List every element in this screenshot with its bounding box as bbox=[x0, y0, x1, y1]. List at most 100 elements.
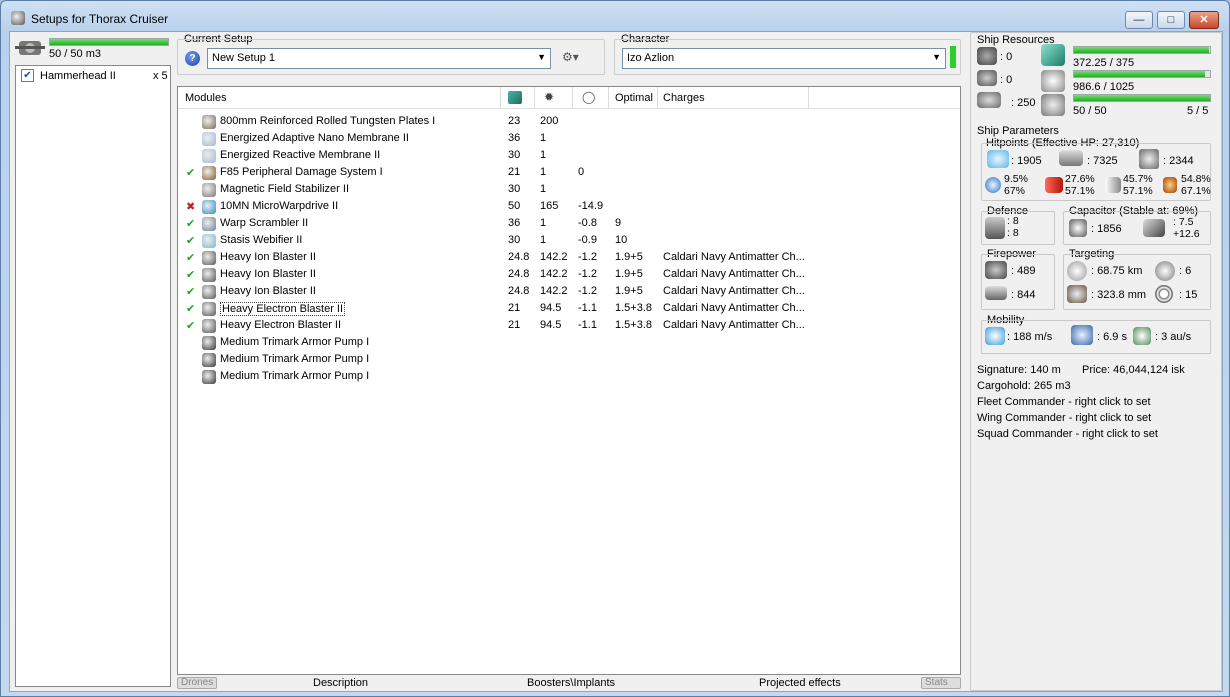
defence-icon bbox=[985, 217, 1005, 239]
col-modules[interactable]: Modules bbox=[185, 92, 227, 104]
module-icon bbox=[202, 149, 216, 163]
module-row[interactable]: 800mm Reinforced Rolled Tungsten Plates … bbox=[178, 113, 960, 130]
module-icon bbox=[202, 353, 216, 367]
module-name: Medium Trimark Armor Pump I bbox=[220, 370, 370, 382]
module-row[interactable]: ✔ Heavy Ion Blaster II 24.8 142.2 -1.2 1.9+5 C… bbox=[178, 249, 960, 266]
module-optimal: 1.5+3.8 bbox=[615, 302, 653, 314]
explosive-resist-a: 54.8% bbox=[1181, 173, 1211, 185]
tab-projected[interactable]: Projected effects bbox=[759, 677, 841, 689]
module-name: Heavy Electron Blaster II bbox=[220, 319, 342, 331]
kinetic-resist-a: 45.7% bbox=[1123, 173, 1153, 185]
drone-bay-icon bbox=[15, 41, 45, 55]
list-item[interactable]: ✔ Hammerhead II x 5 bbox=[21, 69, 169, 85]
module-row[interactable]: ✔ Heavy Electron Blaster II 21 94.5 -1.1 1.5+… bbox=[178, 300, 960, 317]
module-row[interactable]: ✔ Heavy Ion Blaster II 24.8 142.2 -1.2 1.9+5 C… bbox=[178, 266, 960, 283]
module-row[interactable]: ✔ F85 Peripheral Damage System I 21 1 0 bbox=[178, 164, 960, 181]
active-check-icon[interactable]: ✔ bbox=[186, 217, 195, 230]
thermal-resist-icon bbox=[1045, 177, 1063, 193]
module-icon bbox=[202, 319, 216, 333]
kinetic-resist-b: 57.1% bbox=[1123, 185, 1153, 197]
close-button[interactable]: ✕ bbox=[1189, 11, 1219, 29]
module-row[interactable]: ✔ Stasis Webifier II 30 1 -0.9 10 bbox=[178, 232, 960, 249]
help-icon[interactable]: ? bbox=[185, 51, 200, 66]
active-check-icon[interactable]: ✔ bbox=[186, 234, 195, 247]
module-row[interactable]: ✖ 10MN MicroWarpdrive II 50 165 -14.9 bbox=[178, 198, 960, 215]
setup-select[interactable]: New Setup 1 ▼ bbox=[207, 48, 551, 69]
active-check-icon[interactable]: ✔ bbox=[186, 285, 195, 298]
tab-stats[interactable]: Stats bbox=[921, 677, 961, 689]
drone-checkbox[interactable]: ✔ bbox=[21, 69, 34, 82]
module-name: Heavy Ion Blaster II bbox=[220, 251, 316, 263]
module-charges: Caldari Navy Antimatter Ch... bbox=[663, 251, 805, 263]
module-cpu: 30 bbox=[508, 183, 521, 195]
squad-commander[interactable]: Squad Commander - right click to set bbox=[977, 428, 1158, 440]
capacitor-icon bbox=[1069, 219, 1087, 237]
module-cpu: 24.8 bbox=[508, 285, 530, 297]
module-row[interactable]: Magnetic Field Stabilizer II 30 1 bbox=[178, 181, 960, 198]
module-cpu: 24.8 bbox=[508, 251, 530, 263]
powergrid-column-icon[interactable]: ✹ bbox=[544, 90, 554, 104]
title-bar: Setups for Thorax Cruiser — □ ✕ bbox=[1, 1, 1229, 33]
powergrid-icon bbox=[1041, 70, 1065, 92]
tab-boosters[interactable]: Boosters\Implants bbox=[527, 677, 615, 689]
module-name: 800mm Reinforced Rolled Tungsten Plates … bbox=[220, 115, 436, 127]
module-optimal: 1.9+5 bbox=[615, 251, 643, 263]
module-name: Heavy Ion Blaster II bbox=[220, 285, 316, 297]
capacitor-column-icon[interactable]: ◯ bbox=[582, 90, 595, 104]
cargohold: Cargohold: 265 m3 bbox=[977, 380, 1071, 392]
character-select[interactable]: Izo Azlion ▼ bbox=[622, 48, 946, 69]
tab-description[interactable]: Description bbox=[313, 677, 368, 689]
module-icon bbox=[202, 115, 216, 129]
structure-hp: : 2344 bbox=[1163, 155, 1194, 167]
module-icon bbox=[202, 285, 216, 299]
active-check-icon[interactable]: ✔ bbox=[186, 251, 195, 264]
module-icon bbox=[202, 268, 216, 282]
maximize-button[interactable]: □ bbox=[1157, 11, 1185, 29]
cpu-column-icon[interactable] bbox=[508, 91, 522, 104]
col-charges[interactable]: Charges bbox=[663, 92, 705, 104]
module-row[interactable]: ✔ Warp Scrambler II 36 1 -0.8 9 bbox=[178, 215, 960, 232]
drones-active: 5 / 5 bbox=[1187, 105, 1209, 117]
active-check-icon[interactable]: ✔ bbox=[186, 268, 195, 281]
drone-bandwidth-value: 50 / 50 bbox=[1073, 105, 1107, 117]
speed: : 188 m/s bbox=[1007, 331, 1053, 343]
app-icon bbox=[11, 11, 25, 25]
active-check-icon[interactable]: ✔ bbox=[186, 302, 195, 315]
module-cpu: 30 bbox=[508, 149, 521, 161]
module-row[interactable]: Medium Trimark Armor Pump I bbox=[178, 351, 960, 368]
module-icon bbox=[202, 132, 216, 146]
error-x-icon[interactable]: ✖ bbox=[186, 200, 195, 213]
wing-commander[interactable]: Wing Commander - right click to set bbox=[977, 412, 1151, 424]
targeting-sensor: : 323.8 mm bbox=[1091, 289, 1147, 301]
capacitor-amount: : 1856 bbox=[1091, 223, 1122, 235]
module-optimal: 10 bbox=[615, 234, 628, 246]
module-row[interactable]: ✔ Heavy Electron Blaster II 21 94.5 -1.1 1.5+… bbox=[178, 317, 960, 334]
setup-tools-icon[interactable]: ⚙▾ bbox=[562, 50, 592, 66]
drone-bandwidth-bar bbox=[1073, 94, 1211, 102]
cpu-icon bbox=[1041, 44, 1065, 66]
module-name: F85 Peripheral Damage System I bbox=[220, 166, 383, 178]
targeting-res: : 15 bbox=[1179, 289, 1198, 301]
col-optimal[interactable]: Optimal bbox=[615, 92, 653, 104]
tab-drones[interactable]: Drones bbox=[177, 677, 217, 689]
drone-list[interactable]: ✔ Hammerhead II x 5 bbox=[15, 65, 171, 687]
active-check-icon[interactable]: ✔ bbox=[186, 319, 195, 332]
em-resist-icon bbox=[985, 177, 1001, 193]
module-row[interactable]: Medium Trimark Armor Pump I bbox=[178, 368, 960, 385]
capacitor-recharge-icon bbox=[1143, 219, 1165, 237]
module-row[interactable]: Medium Trimark Armor Pump I bbox=[178, 334, 960, 351]
module-row[interactable]: ✔ Heavy Ion Blaster II 24.8 142.2 -1.2 1.9+5 C… bbox=[178, 283, 960, 300]
drone-bay-capacity: 50 / 50 m3 bbox=[49, 48, 101, 60]
module-row[interactable]: Energized Reactive Membrane II 30 1 bbox=[178, 147, 960, 164]
active-check-icon[interactable]: ✔ bbox=[186, 166, 195, 179]
align-time: : 6.9 s bbox=[1097, 331, 1127, 343]
module-row[interactable]: Energized Adaptive Nano Membrane II 36 1 bbox=[178, 130, 960, 147]
defence-b: : 8 bbox=[1007, 227, 1019, 239]
fleet-commander[interactable]: Fleet Commander - right click to set bbox=[977, 396, 1151, 408]
module-name: Stasis Webifier II bbox=[220, 234, 303, 246]
targeting-range-icon bbox=[1067, 261, 1087, 281]
minimize-button[interactable]: — bbox=[1125, 11, 1153, 29]
module-cap: -1.1 bbox=[578, 302, 597, 314]
modules-table[interactable]: Modules ✹ ◯ Optimal Charges 800mm Reinfo… bbox=[177, 86, 961, 675]
thermal-resist-b: 57.1% bbox=[1065, 185, 1095, 197]
